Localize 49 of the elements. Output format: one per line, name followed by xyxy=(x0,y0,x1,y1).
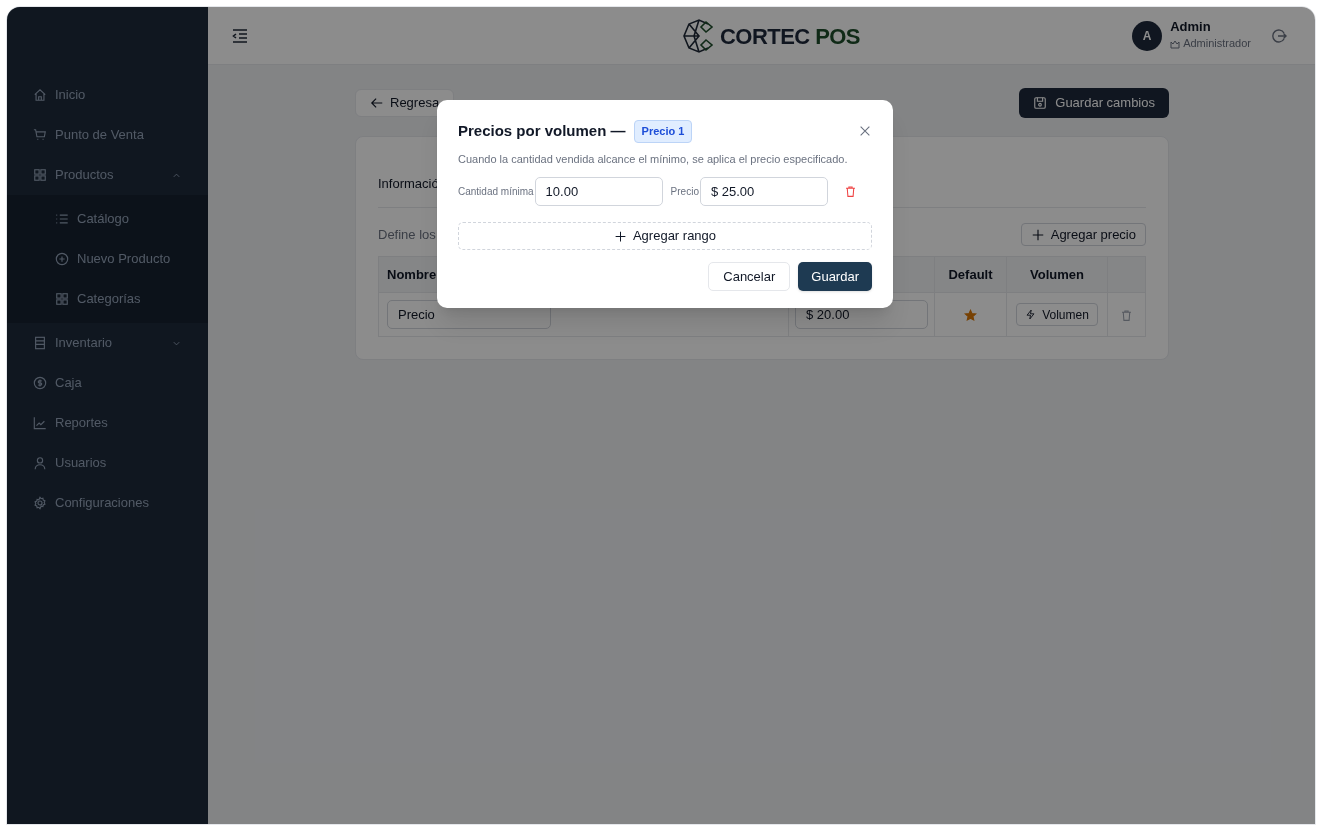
submenu-item[interactable]: Nuevo Producto xyxy=(7,239,208,279)
logo-text: CORTEC POS xyxy=(720,22,860,51)
home-icon xyxy=(33,88,47,102)
badge: Precio 1 xyxy=(633,120,693,143)
volume-button[interactable]: Volumen xyxy=(1016,303,1098,326)
back-button[interactable]: Regresa xyxy=(355,89,455,117)
submenu-item[interactable]: Catálogo xyxy=(7,199,208,239)
user-name: Admin xyxy=(1170,19,1212,36)
submenu-item[interactable]: Categorías xyxy=(7,279,208,319)
grid-icon xyxy=(33,168,47,182)
description-text: Define los xyxy=(378,225,436,244)
tab[interactable]: Informació xyxy=(378,176,439,191)
arrow-left-icon xyxy=(370,96,384,110)
line-chart-icon xyxy=(33,416,47,430)
quantity-input-field[interactable]: 10.00 xyxy=(534,177,663,206)
trash-icon[interactable] xyxy=(843,185,857,198)
cancel-button[interactable]: Cancelar xyxy=(708,262,791,291)
menu-icon[interactable] xyxy=(232,28,248,43)
price-input-field[interactable]: $ 25.00 xyxy=(699,177,828,206)
ledger-icon xyxy=(33,336,47,350)
plus-icon xyxy=(1030,227,1045,242)
logout-icon[interactable] xyxy=(1271,27,1287,44)
trash-icon[interactable] xyxy=(1120,308,1133,322)
dialog-description: Cuando la cantidad vendida alcance el mínimo, se aplica el precio especificado. xyxy=(458,151,849,167)
crown-icon xyxy=(1170,38,1181,49)
user-role: Administrador xyxy=(1183,36,1251,52)
field-label: Cantidad mínima xyxy=(458,185,534,199)
column-header: Nombre xyxy=(387,266,437,282)
save-changes-button[interactable]: Guardar cambios xyxy=(1019,88,1169,118)
user-avatar[interactable]: A xyxy=(1132,20,1163,51)
cart-icon xyxy=(33,128,47,142)
lightning-icon xyxy=(1025,309,1037,320)
add-price-button[interactable]: Agregar precio xyxy=(1020,223,1146,246)
column-header: Default xyxy=(948,266,993,282)
dialog-title: Precios por volumen — xyxy=(458,121,626,141)
column-header: Volumen xyxy=(1030,266,1084,282)
save-icon xyxy=(1033,96,1048,110)
logo-icon xyxy=(682,18,716,54)
plus-circle-icon xyxy=(55,252,69,266)
add-range-button[interactable]: Agregar rango xyxy=(458,222,872,250)
user-icon xyxy=(33,456,47,470)
save-button[interactable]: Guardar xyxy=(798,262,872,291)
star-icon[interactable] xyxy=(964,308,977,322)
settings-icon xyxy=(33,496,47,510)
grid-icon xyxy=(55,292,69,306)
plus-icon xyxy=(613,229,627,243)
dollar-icon xyxy=(33,376,47,390)
list-icon xyxy=(55,212,69,226)
field-label: Precio xyxy=(670,185,699,199)
